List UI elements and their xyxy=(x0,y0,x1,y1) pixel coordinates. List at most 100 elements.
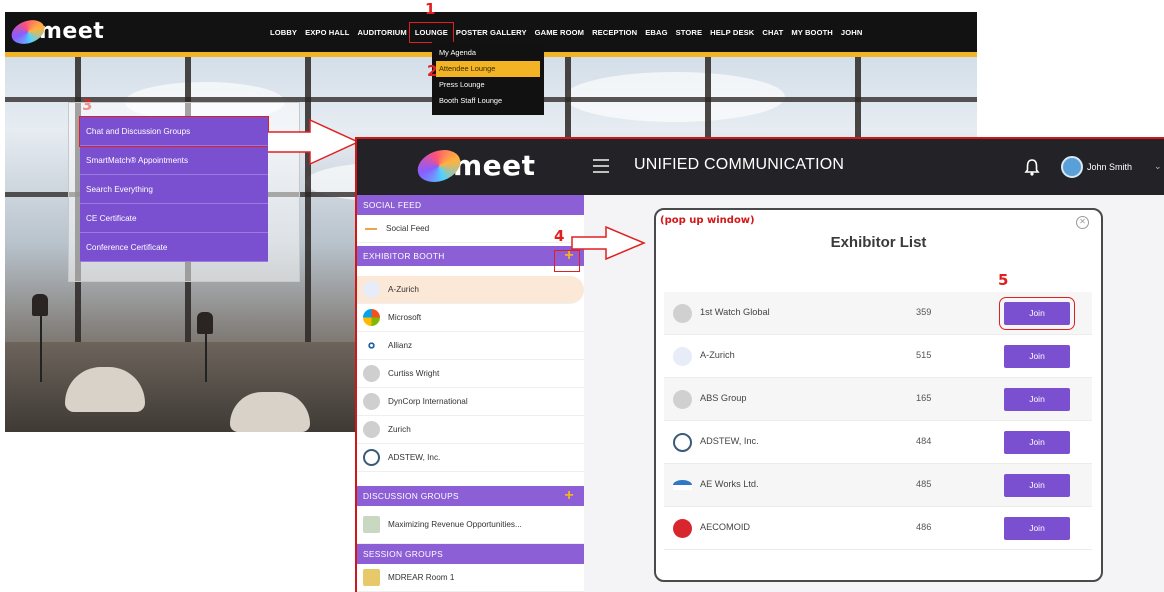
meet-logo[interactable]: meet xyxy=(413,143,536,188)
exhibitor-table: 1st Watch Global 359 Join A-Zurich 515 J… xyxy=(664,292,1092,550)
menu-search-everything[interactable]: Search Everything xyxy=(80,175,268,204)
booth-number: 484 xyxy=(916,436,932,446)
close-icon[interactable]: ✕ xyxy=(1076,216,1089,229)
arrow-step-3 xyxy=(268,118,360,166)
menu-ce-certificate[interactable]: CE Certificate xyxy=(80,204,268,233)
allianz-logo-icon xyxy=(366,340,377,351)
arrow-step-4 xyxy=(571,225,646,261)
nav-help-desk[interactable]: HELP DESK xyxy=(710,28,754,37)
booth-number: 515 xyxy=(916,350,932,360)
lamp-decor xyxy=(40,312,42,382)
placeholder-avatar-icon xyxy=(363,393,380,410)
sidebar-header-social-feed: SOCIAL FEED xyxy=(357,195,584,215)
chevron-down-icon[interactable]: ⌄ xyxy=(1154,161,1162,172)
a-zurich-logo-icon xyxy=(363,281,380,298)
window-frame xyxy=(305,57,311,357)
join-button[interactable]: Join xyxy=(1004,345,1070,368)
nav-expo-hall[interactable]: EXPO HALL xyxy=(305,28,349,37)
a-zurich-logo-icon xyxy=(673,347,692,366)
sidebar-item-mdrear-room[interactable]: MDREAR Room 1 xyxy=(357,564,584,592)
step-marker-2: 2 xyxy=(427,62,438,80)
nav-lobby[interactable]: LOBBY xyxy=(270,28,297,37)
join-button[interactable]: Join xyxy=(1004,431,1070,454)
microsoft-logo-icon xyxy=(363,309,380,326)
sidebar-header-exhibitor-booth: EXHIBITOR BOOTH + xyxy=(357,246,584,266)
nav-chat[interactable]: CHAT xyxy=(762,28,783,37)
meet-logo-text: meet xyxy=(453,149,536,182)
sidebar-header-label: DISCUSSION GROUPS xyxy=(363,491,459,501)
user-name[interactable]: John Smith xyxy=(1087,162,1132,172)
ae-works-logo-icon xyxy=(673,480,692,490)
placeholder-avatar-icon xyxy=(673,304,692,323)
sidebar-item-label: Zurich xyxy=(388,425,411,434)
table-row: AECOMOID 486 Join xyxy=(664,507,1092,550)
nav-ebag[interactable]: EBAG xyxy=(645,28,667,37)
join-button[interactable]: Join xyxy=(999,297,1075,330)
sidebar-item-maximizing-revenue[interactable]: Maximizing Revenue Opportunities... xyxy=(357,506,584,544)
exhibitor-name: AE Works Ltd. xyxy=(700,479,759,489)
step-marker-5: 5 xyxy=(998,271,1009,289)
step-marker-4: 4 xyxy=(554,227,565,245)
table-row: AE Works Ltd. 485 Join xyxy=(664,464,1092,507)
sidebar-item-curtiss-wright[interactable]: Curtiss Wright xyxy=(357,360,584,388)
nav-poster-gallery[interactable]: POSTER GALLERY xyxy=(456,28,527,37)
menu-conference-certificate[interactable]: Conference Certificate xyxy=(80,233,268,262)
popup-title: Exhibitor List xyxy=(830,234,927,251)
unified-communication-screenshot: meet UNIFIED COMMUNICATION John Smith ⌄ … xyxy=(355,137,1164,592)
join-button[interactable]: Join xyxy=(1004,388,1070,411)
attendee-lounge-menu: Chat and Discussion Groups SmartMatch® A… xyxy=(79,116,269,262)
exhibitor-name: ABS Group xyxy=(700,393,747,403)
nav-auditorium[interactable]: AUDITORIUM xyxy=(357,28,406,37)
nav-game-room[interactable]: GAME ROOM xyxy=(535,28,584,37)
lamp-decor xyxy=(197,312,213,334)
menu-chat-discussion-groups[interactable]: Chat and Discussion Groups xyxy=(79,116,269,147)
dash-icon xyxy=(365,227,377,230)
menu-smartmatch-appointments[interactable]: SmartMatch® Appointments xyxy=(80,146,268,175)
sidebar-header-discussion-groups: DISCUSSION GROUPS + xyxy=(357,486,584,506)
nav-john[interactable]: JOHN xyxy=(841,28,863,37)
dropdown-attendee-lounge[interactable]: Attendee Lounge xyxy=(436,61,540,77)
composite-tutorial-image: meet LOBBY EXPO HALL AUDITORIUM LOUNGE P… xyxy=(0,0,1164,592)
dropdown-press-lounge[interactable]: Press Lounge xyxy=(432,77,544,93)
adstew-logo-icon xyxy=(363,449,380,466)
sidebar-item-label: Maximizing Revenue Opportunities... xyxy=(388,520,522,529)
nav-store[interactable]: STORE xyxy=(676,28,703,37)
add-discussion-plus-icon[interactable]: + xyxy=(564,486,574,506)
nav-reception[interactable]: RECEPTION xyxy=(592,28,637,37)
exhibitor-name: 1st Watch Global xyxy=(700,307,770,317)
table-row: 1st Watch Global 359 Join xyxy=(664,292,1092,335)
booth-number: 359 xyxy=(916,307,932,317)
notification-bell-icon[interactable] xyxy=(1024,158,1040,176)
exhibitor-name: ADSTEW, Inc. xyxy=(700,436,759,446)
sidebar-item-zurich[interactable]: Zurich xyxy=(357,416,584,444)
dropdown-my-agenda[interactable]: My Agenda xyxy=(432,45,544,61)
sidebar-item-label: DynCorp International xyxy=(388,397,468,406)
sidebar-item-adstew[interactable]: ADSTEW, Inc. xyxy=(357,444,584,472)
hamburger-menu-icon[interactable] xyxy=(593,159,609,173)
meet-logo[interactable]: meet xyxy=(8,15,105,48)
dropdown-booth-staff-lounge[interactable]: Booth Staff Lounge xyxy=(432,93,544,109)
user-avatar[interactable] xyxy=(1061,156,1083,178)
group-thumbnail-icon xyxy=(363,516,380,533)
step-marker-1: 1 xyxy=(425,0,436,18)
exhibitor-name: AECOMOID xyxy=(700,522,751,532)
sidebar-item-microsoft[interactable]: Microsoft xyxy=(357,304,584,332)
sidebar-item-label: MDREAR Room 1 xyxy=(388,573,455,582)
sidebar-item-dyncorp[interactable]: DynCorp International xyxy=(357,388,584,416)
page-title: UNIFIED COMMUNICATION xyxy=(634,156,845,173)
join-button[interactable]: Join xyxy=(1004,517,1070,540)
join-button[interactable]: Join xyxy=(1004,474,1070,497)
exhibitor-list-popup: (pop up window) Exhibitor List ✕ 1st Wat… xyxy=(654,208,1103,582)
lounge-dropdown: My Agenda Attendee Lounge Press Lounge B… xyxy=(432,42,544,115)
uc-sidebar: SOCIAL FEED Social Feed EXHIBITOR BOOTH … xyxy=(357,195,584,592)
sidebar-item-label: ADSTEW, Inc. xyxy=(388,453,441,462)
sidebar-item-a-zurich[interactable]: A-Zurich xyxy=(357,276,584,304)
lobby-nav-menu: LOBBY EXPO HALL AUDITORIUM LOUNGE POSTER… xyxy=(270,12,870,52)
nav-lounge[interactable]: LOUNGE xyxy=(408,21,454,43)
nav-my-booth[interactable]: MY BOOTH xyxy=(791,28,833,37)
meet-logo-text: meet xyxy=(39,19,105,44)
sidebar-header-label: EXHIBITOR BOOTH xyxy=(363,251,445,261)
sidebar-item-social-feed[interactable]: Social Feed xyxy=(357,215,584,243)
sidebar-item-allianz[interactable]: Allianz xyxy=(357,332,584,360)
aecomoid-logo-icon xyxy=(673,519,692,538)
